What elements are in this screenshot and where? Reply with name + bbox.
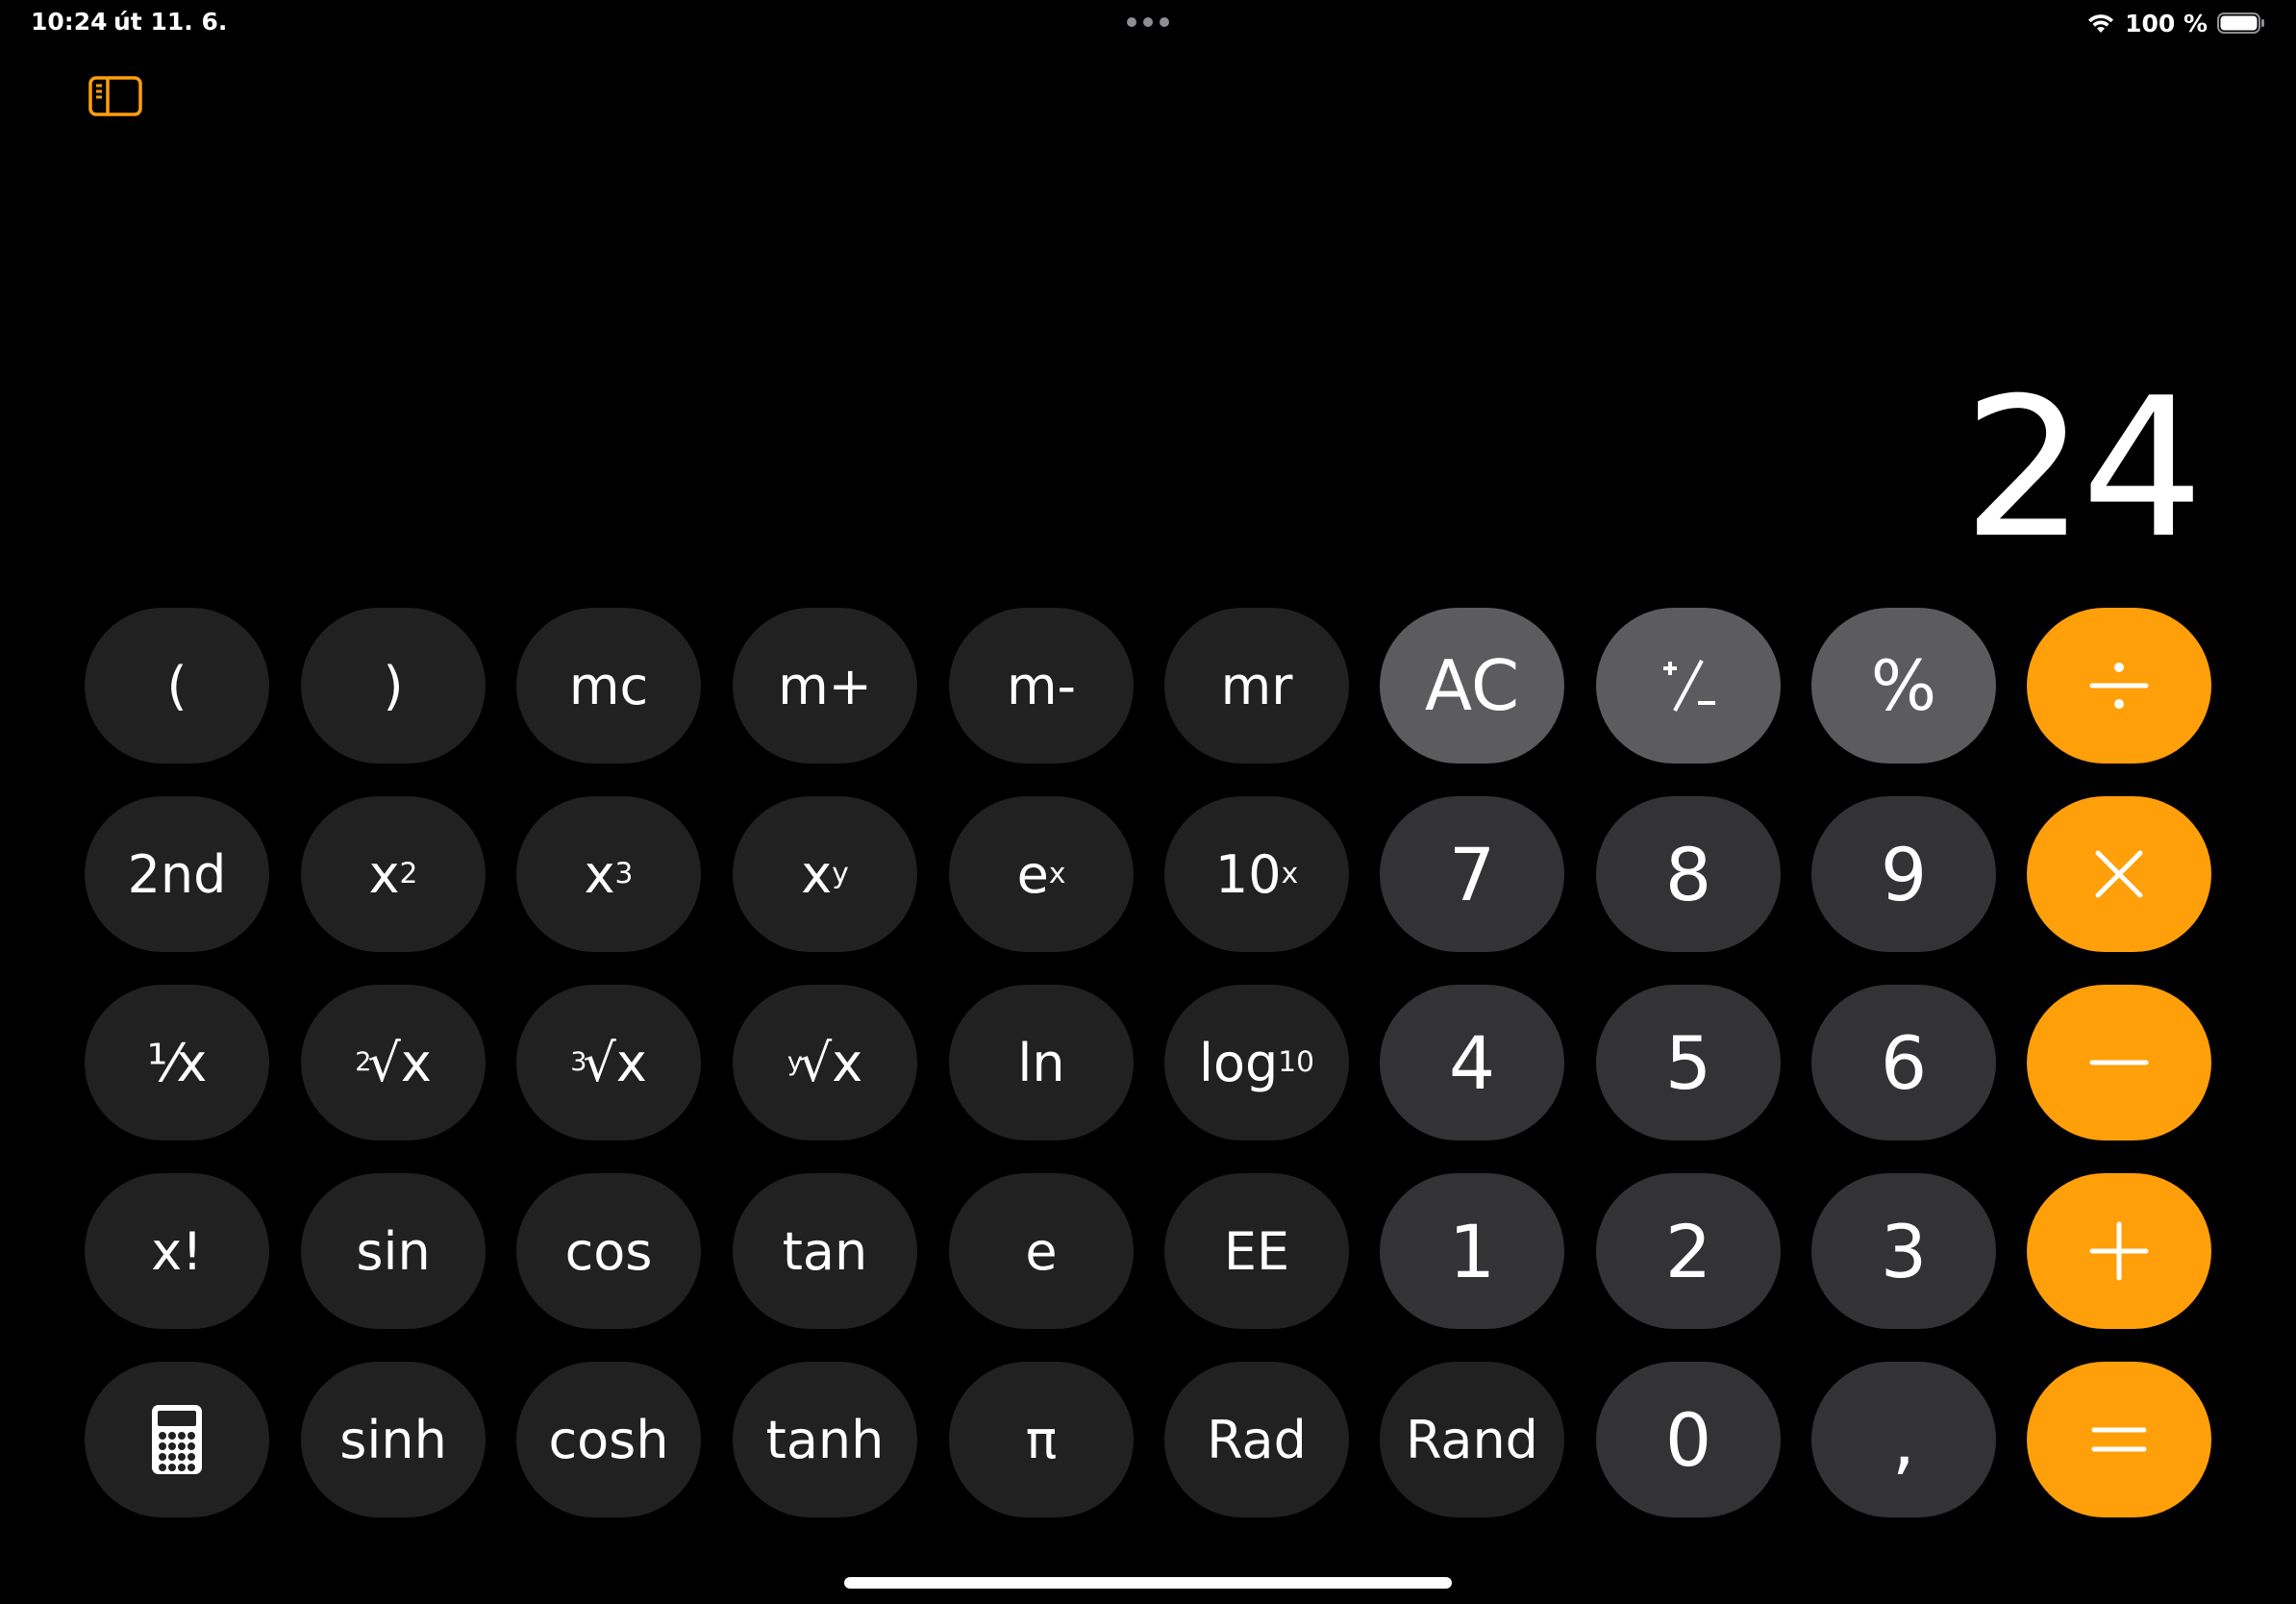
calculator-mode-button[interactable] xyxy=(85,1362,269,1517)
square-root-button[interactable]: 2 √x xyxy=(301,985,486,1140)
digit-6-button[interactable]: 6 xyxy=(1811,985,1996,1140)
digit-8-button[interactable]: 8 xyxy=(1596,796,1781,952)
multiply-button[interactable] xyxy=(2027,796,2211,952)
divide-icon xyxy=(2089,663,2149,709)
multiply-icon xyxy=(2095,850,2143,898)
y-root-button[interactable]: y √x xyxy=(733,985,917,1140)
memory-subtract-button[interactable]: m- xyxy=(949,608,1134,764)
exponent-ee-button[interactable]: EE xyxy=(1164,1173,1349,1329)
multitasking-menu-icon[interactable] xyxy=(1127,17,1169,27)
memory-add-button[interactable]: m+ xyxy=(733,608,917,764)
close-parenthesis-button[interactable]: ) xyxy=(301,608,486,764)
radians-toggle-button[interactable]: Rad xyxy=(1164,1362,1349,1517)
random-button[interactable]: Rand xyxy=(1380,1362,1564,1517)
result-display: 24 xyxy=(1962,357,2204,581)
x-power-y-button[interactable]: xy xyxy=(733,796,917,952)
keypad: ( ) mc m+ m- mr AC % 2nd x2 x3 xy ex 10 x… xyxy=(0,0,2296,1604)
digit-9-button[interactable]: 9 xyxy=(1811,796,1996,952)
all-clear-button[interactable]: AC xyxy=(1380,608,1564,764)
plus-minus-icon xyxy=(1663,660,1715,712)
second-function-button[interactable]: 2nd xyxy=(85,796,269,952)
digit-0-button[interactable]: 0 xyxy=(1596,1362,1781,1517)
digit-5-button[interactable]: 5 xyxy=(1596,985,1781,1140)
calculator-icon xyxy=(152,1405,202,1474)
subtract-button[interactable] xyxy=(2027,985,2211,1140)
cosh-button[interactable]: cosh xyxy=(516,1362,701,1517)
tanh-button[interactable]: tanh xyxy=(733,1362,917,1517)
digit-7-button[interactable]: 7 xyxy=(1380,796,1564,952)
status-indicators: 100 % xyxy=(2086,8,2265,38)
euler-constant-button[interactable]: e xyxy=(949,1173,1134,1329)
sidebar-toggle-button[interactable] xyxy=(88,75,142,117)
equals-button[interactable] xyxy=(2027,1362,2211,1517)
status-date: út 11. 6. xyxy=(113,8,228,36)
tan-button[interactable]: tan xyxy=(733,1173,917,1329)
natural-log-button[interactable]: ln xyxy=(949,985,1134,1140)
factorial-button[interactable]: x! xyxy=(85,1173,269,1329)
wifi-icon xyxy=(2088,14,2114,33)
memory-recall-button[interactable]: mr xyxy=(1164,608,1349,764)
divide-button[interactable] xyxy=(2027,608,2211,764)
digit-4-button[interactable]: 4 xyxy=(1380,985,1564,1140)
equals-icon xyxy=(2091,1427,2147,1452)
pi-button[interactable]: π xyxy=(949,1362,1134,1517)
add-button[interactable] xyxy=(2027,1173,2211,1329)
memory-clear-button[interactable]: mc xyxy=(516,608,701,764)
home-indicator[interactable] xyxy=(844,1577,1452,1589)
x-cubed-button[interactable]: x3 xyxy=(516,796,701,952)
sin-button[interactable]: sin xyxy=(301,1173,486,1329)
cube-root-button[interactable]: 3 √x xyxy=(516,985,701,1140)
digit-1-button[interactable]: 1 xyxy=(1380,1173,1564,1329)
decimal-separator-button[interactable]: , xyxy=(1811,1362,1996,1517)
cos-button[interactable]: cos xyxy=(516,1173,701,1329)
percent-button[interactable]: % xyxy=(1811,608,1996,764)
sidebar-icon xyxy=(88,76,142,116)
plus-icon xyxy=(2089,1221,2149,1281)
minus-icon xyxy=(2089,1060,2149,1065)
e-power-x-button[interactable]: ex xyxy=(949,796,1134,952)
reciprocal-button[interactable]: ¹⁄x xyxy=(85,985,269,1140)
status-bar: 10:24 út 11. 6. 100 % xyxy=(0,0,2296,46)
sinh-button[interactable]: sinh xyxy=(301,1362,486,1517)
ten-power-x-button[interactable]: 10 x xyxy=(1164,796,1349,952)
digit-3-button[interactable]: 3 xyxy=(1811,1173,1996,1329)
plus-minus-button[interactable] xyxy=(1596,608,1781,764)
open-parenthesis-button[interactable]: ( xyxy=(85,608,269,764)
log10-button[interactable]: log 10 xyxy=(1164,985,1349,1140)
digit-2-button[interactable]: 2 xyxy=(1596,1173,1781,1329)
status-time: 10:24 xyxy=(31,8,108,36)
battery-percentage: 100 % xyxy=(2125,9,2208,38)
battery-icon xyxy=(2217,13,2264,34)
x-squared-button[interactable]: x2 xyxy=(301,796,486,952)
